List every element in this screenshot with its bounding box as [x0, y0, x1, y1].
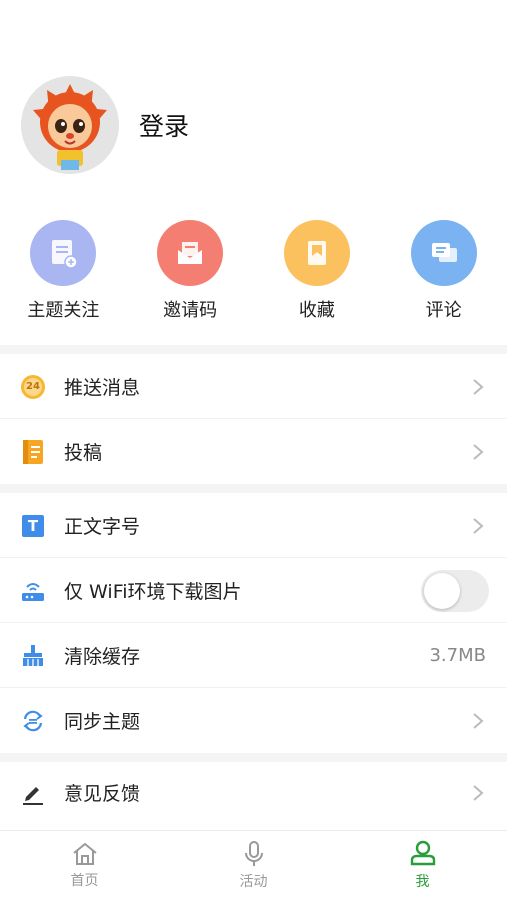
menu-wifi-only: 仅 WiFi环境下载图片 [0, 558, 507, 623]
quick-actions: 主题关注 邀请码 收藏 评论 [0, 220, 507, 322]
chevron-right-icon [473, 443, 484, 460]
pencil-icon [20, 780, 46, 806]
push-badge-text: 24 [26, 381, 40, 392]
tab-me[interactable]: 我 [338, 831, 507, 900]
comment-icon [410, 220, 477, 286]
broom-icon [20, 643, 46, 669]
divider [0, 484, 507, 493]
toggle-knob [424, 572, 460, 609]
tab-home[interactable]: 首页 [0, 831, 169, 900]
action-label: 评论 [425, 300, 462, 321]
profile-page: 登录 主题关注 邀请码 收藏 评论 24 推送消息 投稿 T 正文字号 仅 Wi… [0, 0, 507, 900]
font-size-icon-letter: T [27, 516, 39, 535]
menu-label: 意见反馈 [64, 783, 141, 805]
font-size-icon: T [20, 513, 46, 539]
tab-label: 我 [415, 874, 430, 890]
menu-label: 投稿 [64, 442, 103, 464]
menu-submit[interactable]: 投稿 [0, 419, 507, 484]
profile-header[interactable]: 登录 [21, 76, 189, 174]
avatar[interactable] [21, 76, 119, 174]
microphone-icon [244, 841, 263, 866]
sync-icon [20, 708, 46, 734]
router-icon [20, 578, 46, 604]
menu-sync-theme[interactable]: 同步主题 [0, 688, 507, 753]
menu-label: 正文字号 [64, 516, 141, 538]
action-label: 主题关注 [27, 300, 100, 321]
menu-font-size[interactable]: T 正文字号 [0, 493, 507, 558]
cache-size: 3.7MB [429, 645, 486, 666]
lion-mascot-icon [21, 76, 119, 174]
action-invite-code[interactable]: 邀请码 [135, 220, 245, 322]
divider [0, 345, 507, 354]
tab-label: 活动 [239, 874, 268, 890]
action-label: 收藏 [298, 300, 335, 321]
wifi-only-toggle[interactable] [421, 569, 489, 612]
menu-clear-cache[interactable]: 清除缓存 3.7MB [0, 623, 507, 688]
action-comment[interactable]: 评论 [389, 220, 499, 322]
badge-24-icon: 24 [20, 374, 46, 400]
tab-activity[interactable]: 活动 [169, 831, 338, 900]
login-link[interactable]: 登录 [139, 107, 189, 143]
action-favorites[interactable]: 收藏 [262, 220, 372, 322]
chevron-right-icon [473, 712, 484, 729]
chevron-right-icon [473, 378, 484, 395]
topic-follow-icon [30, 220, 97, 286]
document-icon [20, 439, 46, 465]
chevron-right-icon [473, 784, 484, 801]
menu-label: 推送消息 [64, 377, 141, 399]
favorites-icon [283, 220, 350, 286]
action-label: 邀请码 [163, 300, 218, 321]
menu-push-messages[interactable]: 24 推送消息 [0, 354, 507, 419]
menu-label: 仅 WiFi环境下载图片 [64, 581, 242, 603]
user-icon [410, 840, 435, 866]
home-icon [72, 842, 97, 865]
invite-code-icon [157, 220, 224, 286]
chevron-right-icon [473, 517, 484, 534]
bottom-nav: 首页 活动 我 [0, 830, 507, 900]
menu-label: 同步主题 [64, 711, 141, 733]
tab-label: 首页 [70, 873, 99, 889]
action-topic-follow[interactable]: 主题关注 [8, 220, 118, 322]
menu-label: 清除缓存 [64, 646, 141, 668]
menu-feedback[interactable]: 意见反馈 [0, 760, 507, 825]
